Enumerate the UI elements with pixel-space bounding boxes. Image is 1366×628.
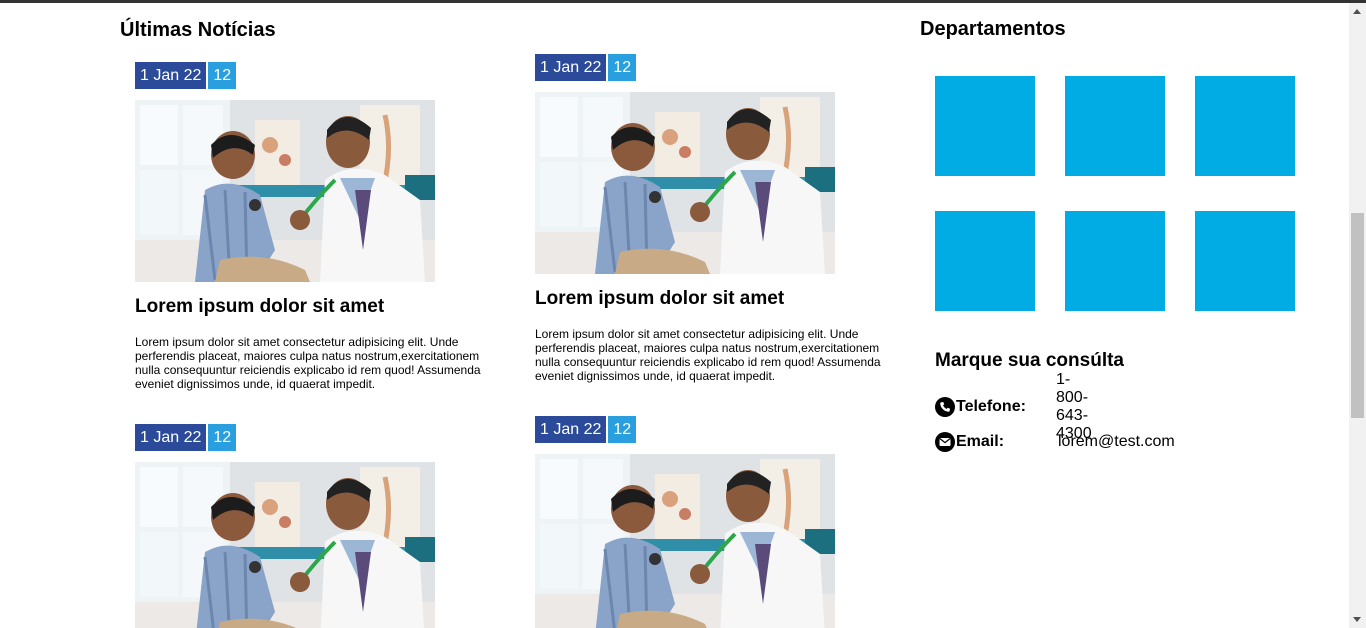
page-scrollbar[interactable] <box>1349 3 1366 628</box>
news-count: 12 <box>608 416 637 443</box>
departments-title: Departamentos <box>920 18 1066 40</box>
department-tile[interactable] <box>935 211 1035 311</box>
email-row: Email: lorem@test.com <box>935 432 1175 452</box>
news-date: 1 Jan 22 <box>135 424 207 451</box>
news-count: 12 <box>608 54 637 81</box>
news-card[interactable]: 1 Jan 22 12 Lorem ipsum dolor sit amet L… <box>535 54 885 383</box>
news-title[interactable]: Lorem ipsum dolor sit amet <box>535 288 885 310</box>
scrollbar-thumb[interactable] <box>1351 213 1364 418</box>
booking-title: Marque sua consúlta <box>935 350 1124 371</box>
department-tile[interactable] <box>1195 211 1295 311</box>
department-tile[interactable] <box>1065 211 1165 311</box>
news-card[interactable]: 1 Jan 22 12 Lorem ipsum dolor sit amet L… <box>135 62 485 391</box>
phone-row: Telefone: 1-800-643-4300 <box>935 371 1092 442</box>
news-date: 1 Jan 22 <box>135 62 207 89</box>
news-count: 12 <box>208 62 237 89</box>
news-section-title: Últimas Notícias <box>120 19 276 41</box>
email-value[interactable]: lorem@test.com <box>1058 433 1175 451</box>
doctor-with-child-photo[interactable] <box>535 92 835 274</box>
doctor-with-child-photo[interactable] <box>135 462 435 628</box>
news-excerpt: Lorem ipsum dolor sit amet consectetur a… <box>535 327 881 383</box>
scroll-down-arrow-icon[interactable] <box>1353 617 1361 622</box>
phone-icon <box>935 397 955 417</box>
scroll-up-arrow-icon[interactable] <box>1353 9 1361 14</box>
news-title[interactable]: Lorem ipsum dolor sit amet <box>135 296 485 318</box>
date-badge: 1 Jan 22 12 <box>535 416 885 443</box>
window-top-border <box>0 0 1366 3</box>
date-badge: 1 Jan 22 12 <box>535 54 885 81</box>
phone-label: Telefone: <box>956 398 1026 415</box>
email-label: Email: <box>956 433 1005 450</box>
news-count: 12 <box>208 424 237 451</box>
news-date: 1 Jan 22 <box>535 416 607 443</box>
date-badge: 1 Jan 22 12 <box>135 62 485 89</box>
doctor-with-child-photo[interactable] <box>535 454 835 628</box>
department-tile[interactable] <box>935 76 1035 176</box>
news-card[interactable]: 1 Jan 22 12 <box>535 416 885 628</box>
department-tile[interactable] <box>1065 76 1165 176</box>
doctor-with-child-photo[interactable] <box>135 100 435 282</box>
news-date: 1 Jan 22 <box>535 54 607 81</box>
department-tile[interactable] <box>1195 76 1295 176</box>
envelope-icon <box>935 432 955 452</box>
news-excerpt: Lorem ipsum dolor sit amet consectetur a… <box>135 335 481 391</box>
news-card[interactable]: 1 Jan 22 12 <box>135 424 485 628</box>
date-badge: 1 Jan 22 12 <box>135 424 485 451</box>
